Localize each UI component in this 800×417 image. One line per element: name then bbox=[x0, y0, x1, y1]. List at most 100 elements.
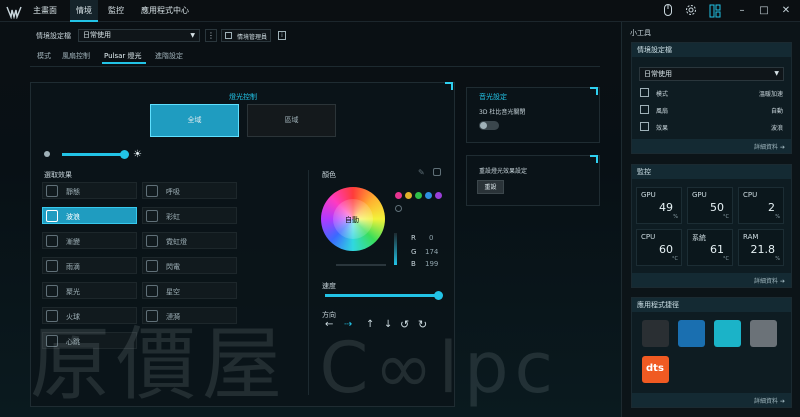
profile-row-label: 模式 bbox=[656, 91, 669, 98]
effect-option[interactable]: 雨滴 bbox=[42, 257, 137, 274]
monitor-tile: RAM 21.8% bbox=[738, 229, 784, 266]
widgets-title: 小工具 bbox=[630, 29, 651, 37]
widget-toggle-icon[interactable] bbox=[708, 4, 722, 18]
effect-label: 漸變 bbox=[66, 238, 80, 246]
color-wheel[interactable]: 自動 bbox=[321, 187, 385, 251]
widget-profile-value: 日常使用 bbox=[644, 70, 672, 78]
brightness-slider-track[interactable] bbox=[62, 150, 129, 159]
sound-toggle-label: 3D 杜比音光關閉 bbox=[479, 109, 526, 116]
tile-value: 50 bbox=[710, 201, 724, 214]
brightness-slider-handle[interactable] bbox=[120, 150, 129, 159]
breathing-icon bbox=[146, 185, 158, 197]
effect-option[interactable]: 聚光 bbox=[42, 282, 137, 299]
tile-unit: °C bbox=[723, 256, 729, 262]
rgb-b-value[interactable]: 199 bbox=[425, 260, 438, 268]
tile-value: 61 bbox=[710, 243, 724, 256]
nav-tab-home[interactable]: 主畫面 bbox=[28, 0, 62, 22]
reset-button-label: 重設 bbox=[484, 184, 497, 191]
profile-row-value: 波浪 bbox=[770, 125, 783, 132]
tile-name: CPU bbox=[743, 191, 758, 199]
sound-toggle-switch[interactable] bbox=[479, 121, 499, 130]
rainbow-icon bbox=[146, 210, 158, 222]
zone-global-label: 全域 bbox=[187, 116, 202, 124]
eyedropper-icon[interactable]: ✎ bbox=[418, 168, 425, 177]
speed-slider-handle[interactable] bbox=[434, 291, 443, 300]
brightness-low-icon bbox=[44, 151, 50, 157]
hue-slider-track[interactable] bbox=[336, 264, 386, 266]
chevron-down-icon: ▼ bbox=[774, 70, 779, 77]
starry-icon bbox=[146, 285, 158, 297]
reset-panel-corner bbox=[590, 155, 598, 163]
nvidia-icon[interactable] bbox=[642, 320, 669, 347]
static-icon bbox=[46, 185, 58, 197]
effect-label: 呼吸 bbox=[166, 188, 180, 196]
effect-option[interactable]: 彩虹 bbox=[142, 207, 237, 224]
profile-select[interactable]: 日常使用 ▼ bbox=[78, 29, 200, 42]
color-swatch[interactable] bbox=[435, 192, 442, 199]
color-swatch[interactable] bbox=[405, 192, 412, 199]
effect-option[interactable]: 靜態 bbox=[42, 182, 137, 199]
sound-title: 音光設定 bbox=[479, 93, 507, 101]
rgb-g-value[interactable]: 174 bbox=[425, 248, 438, 256]
chevron-down-icon: ▼ bbox=[190, 32, 195, 39]
tile-value: 2 bbox=[768, 201, 775, 214]
tile-unit: % bbox=[775, 214, 780, 220]
zone-global-button[interactable]: 全域 bbox=[150, 104, 239, 137]
effect-option[interactable]: 星空 bbox=[142, 282, 237, 299]
effect-option[interactable]: 霓虹燈 bbox=[142, 232, 237, 249]
dts-icon[interactable]: dts bbox=[642, 356, 669, 383]
effect-option[interactable]: 閃電 bbox=[142, 257, 237, 274]
effect-option[interactable]: 呼吸 bbox=[142, 182, 237, 199]
arrow-right-icon: ➔ bbox=[779, 398, 785, 405]
nav-tab-monitor[interactable]: 監控 bbox=[104, 0, 128, 22]
minimize-icon[interactable]: – bbox=[735, 4, 749, 18]
zone-region-button[interactable]: 區域 bbox=[247, 104, 336, 137]
close-icon[interactable]: ✕ bbox=[779, 4, 793, 18]
subtab-pulsar-lighting[interactable]: Pulsar 燈光 bbox=[104, 51, 142, 61]
tile-name: GPU bbox=[641, 191, 656, 199]
storage-icon[interactable] bbox=[750, 320, 777, 347]
settings-gear-icon[interactable] bbox=[684, 4, 698, 18]
profile-detail-link[interactable]: 詳細資料 ➔ bbox=[754, 142, 785, 151]
subtab-mode[interactable]: 模式 bbox=[37, 51, 51, 61]
color-swatch[interactable] bbox=[425, 192, 432, 199]
rgb-r-label: R bbox=[411, 234, 416, 242]
effect-option[interactable]: 波浪 bbox=[42, 207, 137, 224]
apps-widget-title: 應用程式捷徑 bbox=[632, 298, 791, 312]
subtab-fan-control[interactable]: 風扇控制 bbox=[62, 51, 90, 61]
profile-row-label: 效果 bbox=[656, 125, 669, 132]
killer-icon[interactable] bbox=[678, 320, 705, 347]
effect-option[interactable]: 漸變 bbox=[42, 232, 137, 249]
lock-icon[interactable] bbox=[433, 168, 441, 176]
apps-detail-label: 詳細資料 bbox=[754, 398, 779, 405]
watermark: 原價屋 C∞lpc bbox=[30, 300, 559, 416]
arrow-right-icon: ➔ bbox=[779, 278, 785, 285]
nav-tab-scenario[interactable]: 情境 bbox=[70, 0, 98, 22]
color-swatch[interactable] bbox=[415, 192, 422, 199]
widget-profile-select[interactable]: 日常使用 ▼ bbox=[639, 67, 784, 81]
nav-tab-app-center[interactable]: 應用程式中心 bbox=[138, 0, 192, 22]
info-icon[interactable]: i bbox=[278, 31, 286, 40]
more-options-icon[interactable]: ⋮ bbox=[205, 29, 217, 42]
tile-unit: °C bbox=[723, 214, 729, 220]
rgb-g-label: G bbox=[411, 248, 417, 256]
effect-label: 聚光 bbox=[66, 288, 80, 296]
lighting-title: 燈光控制 bbox=[229, 93, 257, 101]
apps-detail-link[interactable]: 詳細資料 ➔ bbox=[754, 396, 785, 405]
monitor-detail-link[interactable]: 詳細資料 ➔ bbox=[754, 276, 785, 285]
subtab-advanced[interactable]: 進階設定 bbox=[155, 51, 183, 61]
profile-manager-button[interactable]: 情境管理員 bbox=[221, 29, 271, 42]
add-color-icon[interactable] bbox=[395, 205, 402, 212]
rgb-r-value[interactable]: 0 bbox=[429, 234, 433, 242]
color-swatch[interactable] bbox=[395, 192, 402, 199]
monitor-widget-title: 監控 bbox=[632, 165, 791, 179]
speed-slider-track[interactable] bbox=[325, 291, 443, 300]
mouse-icon[interactable] bbox=[661, 4, 675, 18]
screen-icon[interactable] bbox=[714, 320, 741, 347]
maximize-icon[interactable]: □ bbox=[757, 4, 771, 18]
zone-region-label: 區域 bbox=[284, 116, 299, 124]
neon-icon bbox=[146, 235, 158, 247]
watermark-text: 原價屋 bbox=[30, 318, 288, 411]
effect-label: 靜態 bbox=[66, 188, 80, 196]
reset-button[interactable]: 重設 bbox=[477, 180, 504, 194]
